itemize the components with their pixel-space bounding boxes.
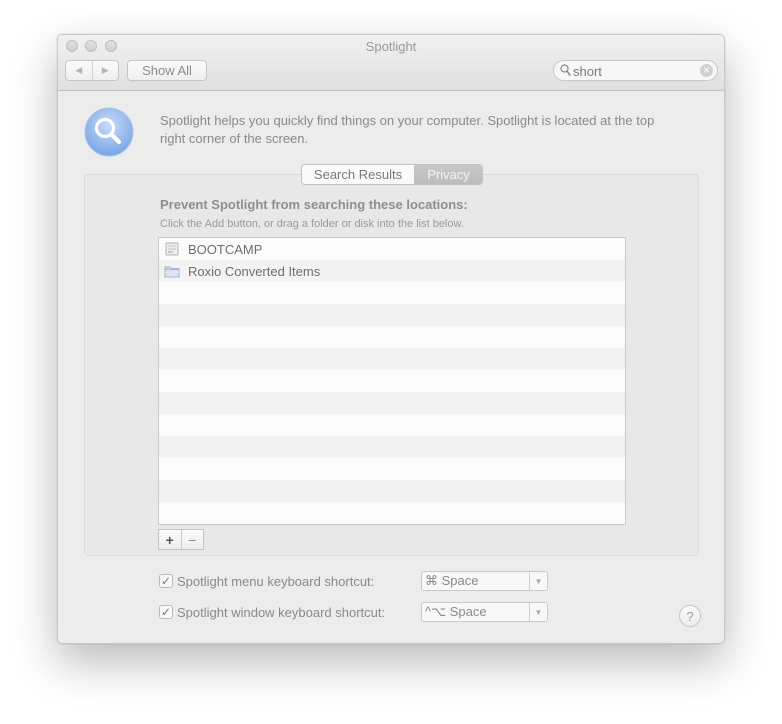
- list-item[interactable]: Roxio Converted Items: [159, 260, 625, 282]
- spotlight-description: Spotlight helps you quickly find things …: [160, 113, 655, 146]
- excluded-locations-list[interactable]: BOOTCAMP Roxio Converted Items: [158, 237, 626, 525]
- menu-shortcut-label: Spotlight menu keyboard shortcut:: [177, 573, 375, 589]
- privacy-heading: Prevent Spotlight from searching these l…: [160, 197, 468, 212]
- window-shortcut-label: Spotlight window keyboard shortcut:: [177, 604, 386, 620]
- window-shortcut-value: ^⌥ Space: [425, 604, 487, 619]
- empty-row: [159, 370, 625, 392]
- menu-shortcut-checkbox[interactable]: ✓: [159, 574, 173, 588]
- preferences-window: Spotlight ◀ ▶ Show All short ✕ Spotlight…: [57, 34, 725, 644]
- empty-row: [159, 414, 625, 436]
- forward-arrow-icon: ▶: [101, 65, 109, 75]
- tab-privacy[interactable]: Privacy: [415, 165, 482, 184]
- forward-button[interactable]: ▶: [93, 61, 119, 80]
- privacy-instructions: Click the Add button, or drag a folder o…: [160, 218, 464, 230]
- magnifier-icon: [560, 64, 571, 76]
- add-location-button[interactable]: +: [159, 530, 182, 549]
- chevron-down-icon: ▼: [529, 572, 547, 590]
- tab-bar: Search Results Privacy: [301, 164, 483, 185]
- help-button[interactable]: ?: [679, 605, 701, 627]
- window-shortcut-popup[interactable]: ^⌥ Space ▼: [421, 602, 548, 622]
- list-item-label: Roxio Converted Items: [188, 263, 321, 279]
- list-item-label: BOOTCAMP: [188, 241, 263, 257]
- back-arrow-icon: ◀: [75, 65, 83, 75]
- back-button[interactable]: ◀: [66, 61, 93, 80]
- empty-row: [159, 326, 625, 348]
- show-all-button[interactable]: Show All: [127, 60, 207, 81]
- empty-row: [159, 282, 625, 304]
- empty-row: [159, 348, 625, 370]
- tab-search-results[interactable]: Search Results: [302, 165, 415, 184]
- remove-location-button[interactable]: −: [182, 530, 204, 549]
- menu-shortcut-value: ⌘ Space: [425, 573, 479, 588]
- spotlight-icon: [84, 107, 134, 157]
- menu-shortcut-popup[interactable]: ⌘ Space ▼: [421, 571, 548, 591]
- empty-row: [159, 524, 625, 525]
- add-remove-buttons: + −: [158, 529, 204, 550]
- list-item[interactable]: BOOTCAMP: [159, 238, 625, 260]
- back-forward-group: ◀ ▶: [65, 60, 119, 81]
- folder-icon: [164, 266, 180, 278]
- disk-icon: [165, 242, 179, 256]
- empty-row: [159, 480, 625, 502]
- empty-row: [159, 304, 625, 326]
- search-field[interactable]: short ✕: [553, 60, 718, 81]
- clear-search-icon[interactable]: ✕: [700, 64, 713, 77]
- titlebar: Spotlight ◀ ▶ Show All short ✕: [58, 35, 724, 91]
- window-shortcut-checkbox[interactable]: ✓: [159, 605, 173, 619]
- search-input[interactable]: short: [573, 64, 602, 79]
- empty-row: [159, 458, 625, 480]
- window-title: Spotlight: [365, 39, 417, 54]
- menu-shortcut-row: ✓ Spotlight menu keyboard shortcut: ⌘ Sp…: [159, 571, 548, 591]
- empty-row: [159, 392, 625, 414]
- empty-row: [159, 502, 625, 524]
- chevron-down-icon: ▼: [529, 603, 547, 621]
- window-shortcut-row: ✓ Spotlight window keyboard shortcut: ^⌥…: [159, 602, 548, 622]
- empty-row: [159, 436, 625, 458]
